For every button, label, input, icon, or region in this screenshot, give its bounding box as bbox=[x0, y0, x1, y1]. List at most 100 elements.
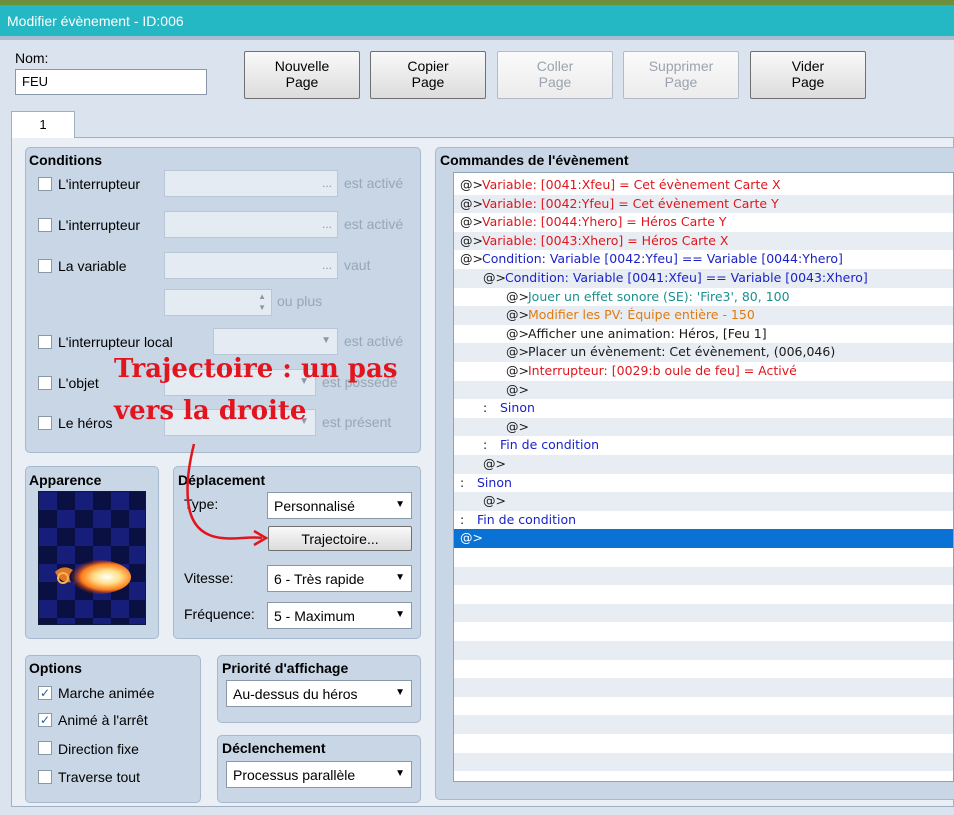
command-prefix: : bbox=[483, 400, 488, 416]
movement-frequency-value: 5 - Maximum bbox=[274, 608, 355, 624]
condition-ormore-suffix: ou plus bbox=[277, 293, 323, 309]
movement-frequency-select[interactable]: 5 - Maximum ▼ bbox=[267, 602, 412, 629]
command-row[interactable]: @> Afficher une animation: Héros, [Feu 1] bbox=[454, 325, 953, 344]
movement-type-select[interactable]: Personnalisé ▼ bbox=[267, 492, 412, 519]
command-prefix: @> bbox=[483, 270, 506, 285]
command-row-empty[interactable] bbox=[454, 585, 953, 604]
command-row[interactable]: @> Condition: Variable [0041:Xfeu] == Var… bbox=[454, 269, 953, 288]
command-row[interactable]: @> Jouer un effet sonore (SE): 'Fire3', 8… bbox=[454, 288, 953, 307]
condition-switch2-label: L'interrupteur bbox=[58, 217, 141, 233]
command-row-empty[interactable] bbox=[454, 641, 953, 660]
command-row[interactable]: : Fin de condition bbox=[454, 436, 953, 455]
fireball-icon bbox=[55, 560, 131, 594]
command-row[interactable]: : Sinon bbox=[454, 399, 953, 418]
trigger-select[interactable]: Processus parallèle ▼ bbox=[226, 761, 412, 788]
command-text: Placer un évènement: Cet évènement, (006… bbox=[528, 344, 836, 360]
command-row[interactable]: : Fin de condition bbox=[454, 511, 953, 530]
condition-hero-suffix: est présent bbox=[322, 414, 392, 430]
command-row-empty[interactable] bbox=[454, 771, 953, 781]
name-input[interactable]: FEU bbox=[15, 69, 207, 95]
command-prefix: @> bbox=[506, 325, 529, 341]
condition-switch2-checkbox[interactable] bbox=[38, 218, 52, 232]
tab-page-1[interactable]: 1 bbox=[11, 111, 75, 138]
command-row[interactable]: @> bbox=[454, 529, 953, 548]
new-page-button[interactable]: Nouvelle Page bbox=[244, 51, 360, 99]
command-row[interactable]: @> bbox=[454, 455, 953, 474]
command-row-empty[interactable] bbox=[454, 697, 953, 716]
command-row[interactable]: @> Modifier les PV: Équipe entière - 150 bbox=[454, 306, 953, 325]
delete-page-button[interactable]: Supprimer Page bbox=[623, 51, 739, 99]
movement-type-value: Personnalisé bbox=[274, 498, 355, 514]
chevron-down-icon: ▼ bbox=[395, 768, 405, 779]
command-text: Sinon bbox=[500, 400, 535, 416]
command-text: Variable: [0042:Yfeu] = Cet évènement Ca… bbox=[482, 195, 779, 211]
command-row-empty[interactable] bbox=[454, 566, 953, 586]
priority-select[interactable]: Au-dessus du héros ▼ bbox=[226, 680, 412, 707]
command-row-empty[interactable] bbox=[454, 678, 953, 697]
option-walk-anim-label: Marche animée bbox=[58, 685, 155, 701]
command-prefix: @> bbox=[506, 418, 529, 434]
condition-local-switch-checkbox[interactable] bbox=[38, 335, 52, 349]
option-direction-fix-checkbox[interactable] bbox=[38, 741, 52, 755]
condition-item-checkbox[interactable] bbox=[38, 376, 52, 390]
commands-list[interactable]: @> Variable: [0041:Xfeu] = Cet évènement … bbox=[453, 172, 954, 782]
command-prefix: @> bbox=[506, 344, 529, 360]
conditions-title: Conditions bbox=[29, 152, 103, 168]
condition-switch1-checkbox[interactable] bbox=[38, 177, 52, 191]
condition-local-switch-suffix: est activé bbox=[344, 333, 404, 349]
movement-speed-label: Vitesse: bbox=[184, 570, 234, 586]
command-text: Sinon bbox=[477, 474, 512, 490]
option-through-checkbox[interactable] bbox=[38, 770, 52, 784]
movement-speed-select[interactable]: 6 - Très rapide ▼ bbox=[267, 565, 412, 592]
condition-hero-label: Le héros bbox=[58, 415, 113, 431]
option-through-label: Traverse tout bbox=[58, 769, 140, 785]
condition-hero-checkbox[interactable] bbox=[38, 416, 52, 430]
condition-variable-field: ... bbox=[164, 252, 338, 279]
clear-page-button[interactable]: Vider Page bbox=[750, 51, 866, 99]
command-row[interactable]: @> bbox=[454, 380, 953, 400]
command-row-empty[interactable] bbox=[454, 752, 953, 772]
paste-page-button[interactable]: Coller Page bbox=[497, 51, 613, 99]
command-text: Jouer un effet sonore (SE): 'Fire3', 80,… bbox=[528, 288, 790, 304]
command-row[interactable]: @> Variable: [0044:Yhero] = Héros Carte Y bbox=[454, 213, 953, 232]
option-walk-anim-checkbox[interactable] bbox=[38, 686, 52, 700]
command-text: Condition: Variable [0042:Yfeu] == Varia… bbox=[482, 251, 843, 267]
command-row[interactable]: @> Interrupteur: [0029:b oule de feu] = A… bbox=[454, 362, 953, 381]
copy-page-label-2: Page bbox=[411, 74, 445, 90]
command-row-empty[interactable] bbox=[454, 622, 953, 641]
command-row-empty[interactable] bbox=[454, 734, 953, 753]
event-sprite-preview[interactable] bbox=[38, 491, 146, 625]
titlebar-divider bbox=[0, 36, 954, 40]
option-direction-fix-label: Direction fixe bbox=[58, 741, 139, 757]
condition-variable-value-spinner: ▲ ▼ bbox=[164, 289, 272, 316]
chevron-down-icon: ▼ bbox=[321, 335, 331, 346]
command-prefix: @> bbox=[506, 363, 529, 378]
command-prefix: @> bbox=[460, 251, 483, 267]
copy-page-button[interactable]: Copier Page bbox=[370, 51, 486, 99]
command-row-empty[interactable] bbox=[454, 603, 953, 623]
command-row-empty[interactable] bbox=[454, 548, 953, 567]
command-row[interactable]: @> Variable: [0041:Xfeu] = Cet évènement … bbox=[454, 176, 953, 195]
name-label: Nom: bbox=[15, 50, 49, 66]
command-prefix: : bbox=[460, 511, 465, 527]
command-row[interactable]: @> bbox=[454, 492, 953, 511]
command-row[interactable]: @> Variable: [0042:Yfeu] = Cet évènement … bbox=[454, 194, 953, 214]
chevron-down-icon: ▼ bbox=[395, 499, 405, 510]
command-row-empty[interactable] bbox=[454, 715, 953, 734]
command-text: Variable: [0041:Xfeu] = Cet évènement Ca… bbox=[482, 177, 781, 192]
priority-value: Au-dessus du héros bbox=[233, 686, 358, 702]
condition-variable-checkbox[interactable] bbox=[38, 259, 52, 273]
command-row[interactable]: @> Placer un évènement: Cet évènement, (0… bbox=[454, 343, 953, 362]
command-text: Fin de condition bbox=[500, 437, 600, 453]
command-row-empty[interactable] bbox=[454, 660, 953, 679]
command-row[interactable]: : Sinon bbox=[454, 474, 953, 493]
command-prefix: : bbox=[483, 437, 488, 453]
appearance-title: Apparence bbox=[29, 472, 102, 488]
command-row[interactable]: @> Variable: [0043:Xhero] = Héros Carte X bbox=[454, 231, 953, 251]
command-row[interactable]: @> bbox=[454, 417, 953, 437]
option-step-anim-checkbox[interactable] bbox=[38, 713, 52, 727]
command-text: Condition: Variable [0041:Xfeu] == Varia… bbox=[505, 270, 868, 285]
command-row[interactable]: @> Condition: Variable [0042:Yfeu] == Var… bbox=[454, 250, 953, 269]
route-button[interactable]: Trajectoire... bbox=[268, 526, 412, 551]
movement-speed-value: 6 - Très rapide bbox=[274, 571, 365, 587]
